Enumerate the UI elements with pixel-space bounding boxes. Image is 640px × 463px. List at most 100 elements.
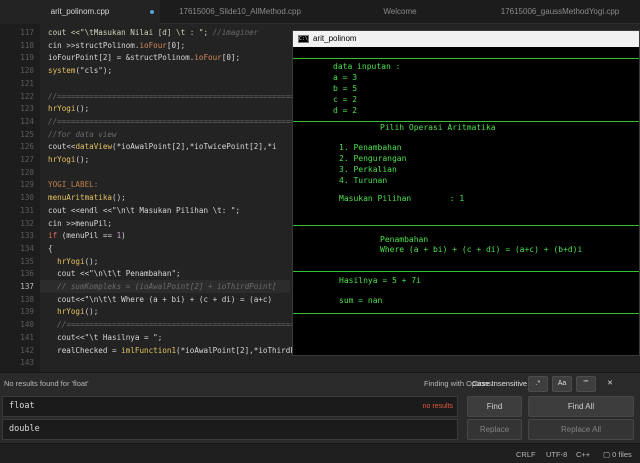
code-line[interactable]: hrYogi(); xyxy=(48,255,98,268)
line-number-gutter: 117 118 119 120 121 122 123 124 125 126 127 128 129 1… xyxy=(0,24,40,372)
code-token: { xyxy=(48,243,53,253)
code-token: cout<<"\t Hasilnya = "; xyxy=(48,332,163,342)
line-number: 118 xyxy=(20,40,34,50)
code-line[interactable]: cout <<endl <<"\n\t Masukan Pilihan \t: … xyxy=(48,204,240,217)
line-number: 128 xyxy=(20,167,34,177)
case-sensitive-toggle-icon[interactable]: Aa xyxy=(552,376,572,392)
line-number: 134 xyxy=(20,243,34,253)
find-options-value: Case Insensitive xyxy=(472,379,528,388)
code-line[interactable]: // sumKompleks = (ioAwalPoint[2] + ioThi… xyxy=(40,280,290,293)
line-number: 137 xyxy=(20,282,34,291)
encoding-indicator[interactable]: UTF-8 xyxy=(546,450,567,459)
line-number: 141 xyxy=(20,332,34,342)
line-number: 121 xyxy=(20,78,34,88)
console-menu-title: Pilih Operasi Aritmatika xyxy=(380,123,496,132)
console-divider xyxy=(293,225,639,226)
code-token: (*ioAwalPoint[2],*ioTwicePoint[2],*i xyxy=(112,142,277,152)
modified-indicator-icon xyxy=(150,10,154,14)
code-line[interactable]: if (menuPil == 1) xyxy=(48,229,126,242)
find-status-message: No results found for 'float' xyxy=(4,379,89,388)
code-line[interactable]: //======================================… xyxy=(48,90,322,103)
code-line[interactable]: cout <<"\n\t\t Penambahan"; xyxy=(48,267,180,280)
line-number: 138 xyxy=(20,294,34,304)
code-token: cin >>structPolinom. xyxy=(48,40,140,50)
line-number: 143 xyxy=(20,358,34,368)
line-number: 139 xyxy=(20,307,34,317)
code-line[interactable]: YOGI_LABEL: xyxy=(48,178,98,191)
tab-bar: arit_polinom.cpp 17615006_Slide10_AllMet… xyxy=(0,0,640,24)
line-number: 136 xyxy=(20,269,34,279)
line-number: 142 xyxy=(20,345,34,355)
tab-label: arit_polinom.cpp xyxy=(50,7,110,16)
replace-button[interactable]: Replace xyxy=(467,419,522,440)
replace-all-button[interactable]: Replace All xyxy=(528,419,634,440)
replace-input[interactable]: double xyxy=(2,419,458,440)
code-token: ("cls"); xyxy=(75,66,113,76)
line-number: 120 xyxy=(20,66,34,76)
code-token: (); xyxy=(75,155,90,164)
code-line[interactable]: cout<<"\t Hasilnya = "; xyxy=(48,331,162,344)
code-token: system xyxy=(48,66,76,76)
tab-label: Welcome xyxy=(383,7,417,16)
tab-welcome[interactable]: Welcome xyxy=(320,0,480,24)
whole-word-toggle-icon[interactable]: "" xyxy=(576,376,596,392)
tab-gauss-method[interactable]: 17615006_gaussMethodYogi.cpp xyxy=(480,0,640,24)
code-token: cout<<"\n\t\t Where (a + bi) + (c + di) … xyxy=(48,294,273,304)
code-token: //======================================… xyxy=(48,320,314,330)
line-number: 129 xyxy=(20,180,34,190)
tab-slide10-allmethod[interactable]: 17615006_Slide10_AllMethod.cpp xyxy=(160,0,320,24)
console-prompt: Masukan Pilihan : 1 xyxy=(339,194,465,203)
code-token: if xyxy=(48,231,58,241)
code-token: ) xyxy=(121,231,126,241)
code-line[interactable]: cout<<dataView(*ioAwalPoint[2],*ioTwiceP… xyxy=(48,140,277,153)
find-all-button[interactable]: Find All xyxy=(528,396,634,417)
console-menu-item: 4. Turunan xyxy=(339,176,388,185)
find-input[interactable]: float no results xyxy=(2,396,458,417)
console-menu-item: 2. Pengurangan xyxy=(339,154,407,163)
code-line[interactable]: cout <<"\tMasukan Nilai [d] \t : "; //im… xyxy=(48,26,258,39)
code-line[interactable]: cout<<"\n\t\t Where (a + bi) + (c + di) … xyxy=(48,293,272,306)
code-line[interactable]: hrYogi(); xyxy=(48,153,89,166)
code-line[interactable]: cin >>structPolinom.ioFour[0]; xyxy=(48,39,185,52)
console-sum: sum = nan xyxy=(339,296,383,305)
code-token: cout<< xyxy=(48,142,76,152)
console-input-a: a = 3 xyxy=(333,73,358,82)
console-window[interactable]: C:\ arit_polinom data inputan : a = 3 b … xyxy=(292,30,640,356)
code-token: (); xyxy=(84,307,99,317)
code-token: //imaginer xyxy=(212,28,259,37)
code-line[interactable]: ioFourPoint[2] = &structPolinom.ioFour[0… xyxy=(48,51,240,64)
status-bar: CRLF UTF-8 C++ ▢ 0 files xyxy=(0,443,640,463)
line-number: 130 xyxy=(20,193,34,203)
console-divider xyxy=(293,121,639,122)
git-files-indicator[interactable]: ▢ 0 files xyxy=(603,450,632,459)
line-number: 117 xyxy=(20,28,34,37)
line-number: 133 xyxy=(20,231,34,241)
code-line[interactable]: //======================================… xyxy=(48,115,322,128)
close-icon[interactable]: ✕ xyxy=(600,376,620,392)
code-token: YOGI_LABEL: xyxy=(48,180,99,190)
code-token: dataView xyxy=(75,142,113,152)
line-number: 140 xyxy=(20,320,34,330)
code-line[interactable]: //for data view xyxy=(48,128,117,141)
code-line[interactable]: hrYogi(); xyxy=(48,305,98,318)
code-line[interactable]: system("cls"); xyxy=(48,64,112,77)
line-ending-indicator[interactable]: CRLF xyxy=(516,450,536,459)
line-number: 127 xyxy=(20,155,34,164)
code-token: //======================================… xyxy=(48,116,323,126)
line-number: 124 xyxy=(20,116,34,126)
code-token: ioFour xyxy=(194,53,222,63)
console-title-bar[interactable]: C:\ arit_polinom xyxy=(293,31,639,47)
grammar-indicator[interactable]: C++ xyxy=(576,450,590,459)
code-line[interactable]: //======================================… xyxy=(48,318,313,331)
find-button[interactable]: Find xyxy=(467,396,522,417)
code-line[interactable]: menuAritmatika(); xyxy=(48,191,126,204)
code-line[interactable]: hrYogi(); xyxy=(48,102,89,115)
console-input-d: d = 2 xyxy=(333,106,358,115)
code-token: (); xyxy=(112,193,126,203)
code-line[interactable]: { xyxy=(48,242,53,255)
tab-arit-polinom[interactable]: arit_polinom.cpp xyxy=(0,0,160,24)
console-op-title: Penambahan xyxy=(380,235,429,244)
code-line[interactable]: cin >>menuPil; xyxy=(48,217,112,230)
regex-toggle-icon[interactable]: .* xyxy=(528,376,548,392)
line-number: 131 xyxy=(20,205,34,215)
